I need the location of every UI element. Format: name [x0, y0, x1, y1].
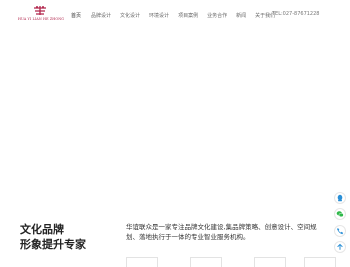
phone-icon — [337, 228, 344, 235]
nav-item-cases[interactable]: 项目案例 — [178, 12, 198, 19]
nav-item-environment-design[interactable]: 环境设计 — [149, 12, 169, 19]
logo[interactable]: HUA YI LIAN HE ZHONG — [16, 5, 66, 25]
nav-item-cooperation[interactable]: 业务合作 — [207, 12, 227, 19]
nav-item-home[interactable]: 首页 — [71, 12, 81, 19]
nav-item-culture-design[interactable]: 文化设计 — [120, 12, 140, 19]
hero-slogan-line2: 形象提升专家 — [20, 238, 86, 251]
qq-button[interactable] — [334, 192, 346, 204]
wechat-button[interactable] — [334, 208, 346, 220]
feature-card[interactable] — [254, 257, 286, 267]
nav-item-news[interactable]: 新闻 — [236, 12, 246, 19]
logo-mark-icon — [34, 6, 46, 15]
main-nav: 首页 品牌设计 文化设计 环境设计 项目案例 业务合作 新闻 关于我们 — [71, 10, 275, 20]
wechat-icon — [336, 211, 344, 218]
back-to-top-button[interactable] — [334, 241, 346, 253]
feature-card[interactable] — [126, 257, 158, 267]
phone-button[interactable] — [334, 225, 346, 237]
qq-icon — [337, 194, 343, 202]
back-to-top-icon — [337, 243, 343, 250]
logo-text: HUA YI LIAN HE ZHONG — [17, 17, 65, 21]
hero-slogan-line1: 文化品牌 — [20, 223, 64, 236]
feature-card[interactable] — [190, 257, 222, 267]
header-phone: TEL:027-87671228 — [272, 11, 320, 17]
hero-banner — [0, 28, 350, 196]
company-intro: 华谊联众是一家专注品牌文化建设,集品牌策略、创意设计、空间规划、落地执行于一体的… — [126, 223, 317, 241]
feature-card[interactable] — [304, 257, 336, 267]
nav-item-brand-design[interactable]: 品牌设计 — [91, 12, 111, 19]
site-header: HUA YI LIAN HE ZHONG 首页 品牌设计 文化设计 环境设计 项… — [0, 0, 350, 28]
